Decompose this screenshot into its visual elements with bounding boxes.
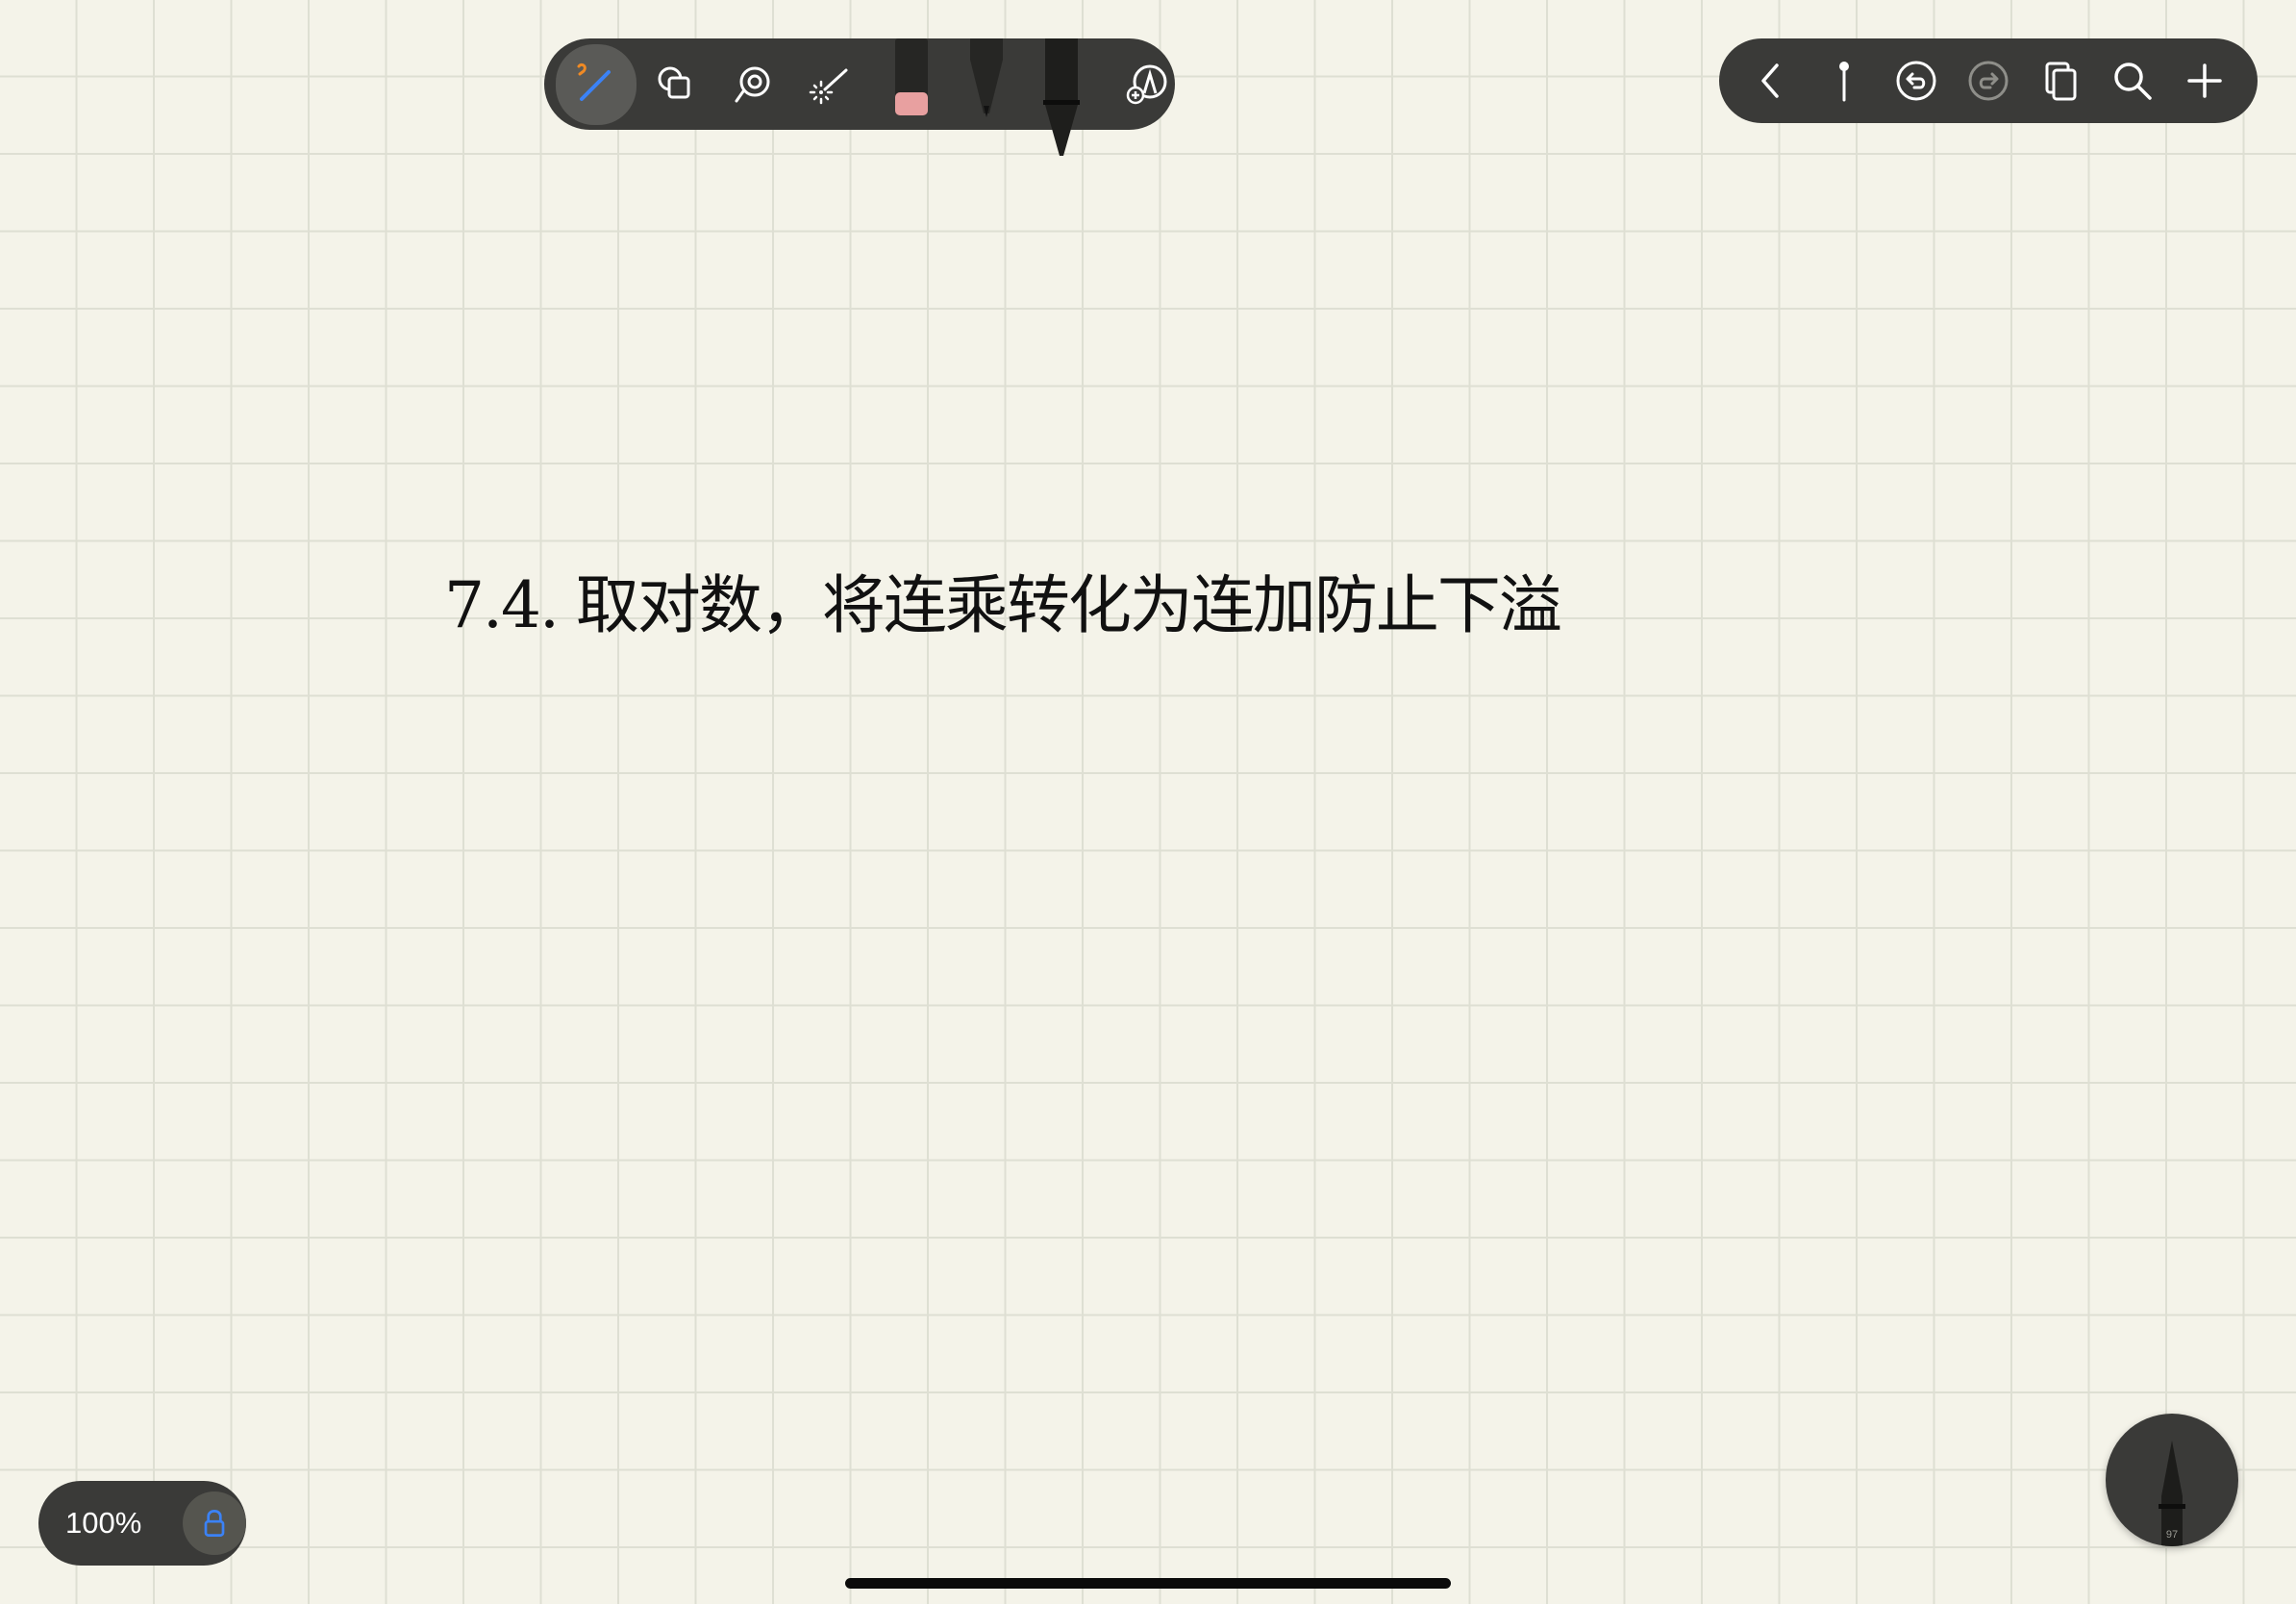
- zoom-level: 100%: [65, 1506, 142, 1540]
- drawing-toolbar: [544, 38, 1175, 156]
- undo-icon: [1896, 61, 1936, 101]
- pen-icon: [577, 63, 611, 101]
- laser-pointer-icon: [809, 68, 848, 104]
- pen-tool-button[interactable]: [556, 43, 636, 125]
- add-tool-button[interactable]: [1113, 51, 1181, 118]
- pen-quick-button[interactable]: 97: [2106, 1414, 2238, 1546]
- back-button[interactable]: [1742, 51, 1802, 111]
- navigation-toolbar: [1719, 38, 2258, 123]
- eraser-icon: [895, 38, 928, 115]
- eraser-button[interactable]: [882, 38, 939, 130]
- laser-pointer-button[interactable]: [796, 51, 863, 118]
- redo-icon: [1968, 61, 2009, 101]
- shapes-tool-button[interactable]: [642, 51, 710, 118]
- fountain-pen-icon: [1043, 38, 1080, 156]
- undo-button[interactable]: [1886, 51, 1946, 111]
- pages-button[interactable]: [2031, 51, 2090, 111]
- pen-size-label: 97: [2165, 1529, 2179, 1541]
- home-indicator[interactable]: [845, 1578, 1451, 1589]
- fountain-pen-button[interactable]: [1032, 38, 1089, 156]
- lasso-tool-button[interactable]: [719, 51, 786, 118]
- pages-icon: [2045, 62, 2077, 101]
- handwritten-note: 7.4. 取对数，将连乘转化为连加防止下溢: [444, 568, 1562, 642]
- lasso-icon: [735, 66, 770, 102]
- redo-button[interactable]: [1959, 51, 2018, 111]
- pin-button[interactable]: [1814, 51, 1874, 111]
- add-icon: [2187, 63, 2222, 98]
- search-icon: [2114, 63, 2152, 100]
- add-page-button[interactable]: [2175, 51, 2234, 111]
- pin-icon: [1839, 62, 1849, 102]
- zoom-indicator[interactable]: 100%: [38, 1481, 246, 1566]
- back-icon: [1761, 63, 1779, 98]
- lock-button[interactable]: [183, 1491, 246, 1555]
- ballpoint-pen-button[interactable]: [957, 38, 1014, 130]
- search-button[interactable]: [2103, 51, 2162, 111]
- ballpoint-pen-icon: [970, 38, 1003, 117]
- pen-tip-icon: [2159, 1441, 2185, 1546]
- add-tool-icon: [1126, 64, 1167, 104]
- lock-icon: [204, 1510, 225, 1537]
- shapes-icon: [658, 66, 690, 98]
